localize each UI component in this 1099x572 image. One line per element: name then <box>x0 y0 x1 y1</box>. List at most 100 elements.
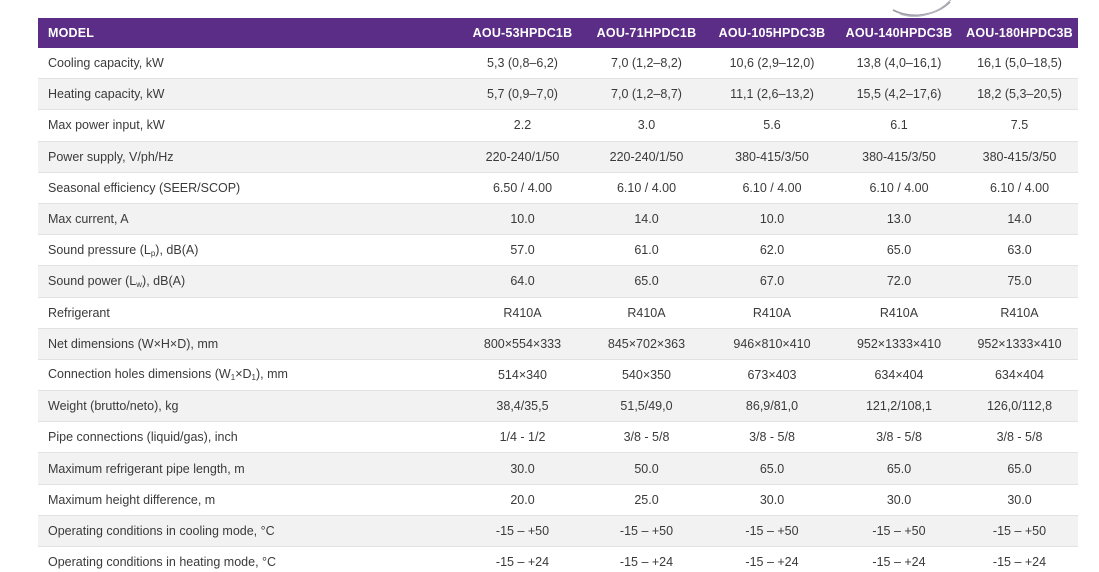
table-row: Connection holes dimensions (W1×D1), mm 5… <box>38 359 1078 392</box>
label-text: ×D <box>235 367 252 382</box>
cell-value-model-5: 6.10 / 4.00 <box>961 172 1078 204</box>
cell-value-model-1: 5,7 (0,9–7,0) <box>459 78 586 111</box>
table-row: Pipe connections (liquid/gas), inch 1/4 -… <box>38 421 1078 454</box>
header-model-4: AOU-140HPDC3B <box>837 18 961 48</box>
cell-value-model-2: 50.0 <box>586 452 707 485</box>
cell-value-model-1: 20.0 <box>459 484 586 516</box>
cell-value-model-2: 220-240/1/50 <box>586 141 707 173</box>
header-model-label: MODEL <box>38 18 459 48</box>
row-label: Sound power (Lw), dB(A) <box>38 265 459 298</box>
cell-value-model-3: 3/8 - 5/8 <box>707 421 837 454</box>
cell-value-model-5: 7.5 <box>961 109 1078 142</box>
cell-value-model-4: 634×404 <box>837 359 961 392</box>
table-row: Sound pressure (Lp), dB(A) 57.0 61.0 62.0 65… <box>38 234 1078 267</box>
cell-value-model-2: 7,0 (1,2–8,7) <box>586 78 707 111</box>
row-label: Power supply, V/ph/Hz <box>38 141 459 173</box>
cell-value-model-4: 13.0 <box>837 203 961 236</box>
table-row: Heating capacity, kW 5,7 (0,9–7,0) 7,0 (1,… <box>38 78 1078 111</box>
cell-value-model-3: 65.0 <box>707 452 837 485</box>
cell-value-model-3: 86,9/81,0 <box>707 390 837 423</box>
cell-value-model-1: 514×340 <box>459 359 586 392</box>
cell-value-model-2: -15 – +50 <box>586 515 707 548</box>
label-text: Connection holes dimensions (W <box>48 367 231 382</box>
cell-value-model-2: 3/8 - 5/8 <box>586 421 707 454</box>
row-label: Net dimensions (W×H×D), mm <box>38 328 459 360</box>
cell-value-model-3: 10,6 (2,9–12,0) <box>707 48 837 80</box>
cell-value-model-4: -15 – +50 <box>837 515 961 548</box>
label-text: Sound power (L <box>48 273 137 288</box>
table-row: Power supply, V/ph/Hz 220-240/1/50 220-240… <box>38 141 1078 173</box>
cell-value-model-2: 51,5/49,0 <box>586 390 707 423</box>
cell-value-model-4: 72.0 <box>837 265 961 298</box>
cell-value-model-1: 30.0 <box>459 452 586 485</box>
table-row: Operating conditions in heating mode, °C… <box>38 546 1078 572</box>
cell-value-model-2: 61.0 <box>586 234 707 267</box>
cell-value-model-4: 6.1 <box>837 109 961 142</box>
cell-value-model-1: 57.0 <box>459 234 586 267</box>
cell-value-model-5: 126,0/112,8 <box>961 390 1078 423</box>
cell-value-model-2: 540×350 <box>586 359 707 392</box>
cell-value-model-5: 30.0 <box>961 484 1078 516</box>
cell-value-model-5: 3/8 - 5/8 <box>961 421 1078 454</box>
cell-value-model-4: 15,5 (4,2–17,6) <box>837 78 961 111</box>
cell-value-model-3: 67.0 <box>707 265 837 298</box>
cell-value-model-1: 10.0 <box>459 203 586 236</box>
label-text: ), mm <box>255 367 288 382</box>
label-text: Sound pressure (L <box>48 242 151 257</box>
cell-value-model-5: -15 – +24 <box>961 546 1078 572</box>
cell-value-model-2: R410A <box>586 297 707 329</box>
cell-value-model-3: 946×810×410 <box>707 328 837 360</box>
cell-value-model-2: 6.10 / 4.00 <box>586 172 707 204</box>
cell-value-model-1: 38,4/35,5 <box>459 390 586 423</box>
table-body: Cooling capacity, kW 5,3 (0,8–6,2) 7,0 (1,… <box>38 48 1078 572</box>
cell-value-model-3: 11,1 (2,6–13,2) <box>707 78 837 111</box>
cell-value-model-4: 30.0 <box>837 484 961 516</box>
cell-value-model-4: 13,8 (4,0–16,1) <box>837 48 961 80</box>
cell-value-model-4: 121,2/108,1 <box>837 390 961 423</box>
cell-value-model-5: R410A <box>961 297 1078 329</box>
table-row: Operating conditions in cooling mode, °C… <box>38 515 1078 548</box>
table-row: Max current, A 10.0 14.0 10.0 13.0 14.0 <box>38 203 1078 236</box>
table-row: Seasonal efficiency (SEER/SCOP) 6.50 / 4.… <box>38 172 1078 204</box>
cell-value-model-5: 952×1333×410 <box>961 328 1078 360</box>
cell-value-model-1: 800×554×333 <box>459 328 586 360</box>
cell-value-model-5: 380-415/3/50 <box>961 141 1078 173</box>
cell-value-model-4: 952×1333×410 <box>837 328 961 360</box>
row-label: Max current, A <box>38 203 459 236</box>
cell-value-model-3: 10.0 <box>707 203 837 236</box>
row-label: Weight (brutto/neto), kg <box>38 390 459 423</box>
table-header-row: MODEL AOU-53HPDC1B AOU-71HPDC1B AOU-105H… <box>38 18 1078 48</box>
cell-value-model-5: 65.0 <box>961 452 1078 485</box>
cell-value-model-2: 25.0 <box>586 484 707 516</box>
cell-value-model-1: 1/4 - 1/2 <box>459 421 586 454</box>
cell-value-model-3: 5.6 <box>707 109 837 142</box>
row-label: Seasonal efficiency (SEER/SCOP) <box>38 172 459 204</box>
cell-value-model-4: -15 – +24 <box>837 546 961 572</box>
cell-value-model-5: 75.0 <box>961 265 1078 298</box>
cell-value-model-5: 634×404 <box>961 359 1078 392</box>
cell-value-model-1: 6.50 / 4.00 <box>459 172 586 204</box>
row-label: Max power input, kW <box>38 109 459 142</box>
cell-value-model-5: 63.0 <box>961 234 1078 267</box>
decorative-swirl-icon <box>892 0 952 17</box>
table-row: Cooling capacity, kW 5,3 (0,8–6,2) 7,0 (1,… <box>38 48 1078 80</box>
cell-value-model-3: -15 – +50 <box>707 515 837 548</box>
cell-value-model-5: 16,1 (5,0–18,5) <box>961 48 1078 80</box>
cell-value-model-5: 18,2 (5,3–20,5) <box>961 78 1078 111</box>
table-row: Refrigerant R410A R410A R410A R410A R410A <box>38 297 1078 329</box>
cell-value-model-5: 14.0 <box>961 203 1078 236</box>
cell-value-model-3: 673×403 <box>707 359 837 392</box>
cell-value-model-4: R410A <box>837 297 961 329</box>
row-label: Sound pressure (Lp), dB(A) <box>38 234 459 267</box>
cell-value-model-3: R410A <box>707 297 837 329</box>
row-label: Refrigerant <box>38 297 459 329</box>
cell-value-model-2: 3.0 <box>586 109 707 142</box>
row-label: Maximum height difference, m <box>38 484 459 516</box>
row-label: Maximum refrigerant pipe length, m <box>38 452 459 485</box>
cell-value-model-4: 380-415/3/50 <box>837 141 961 173</box>
row-label: Operating conditions in cooling mode, °C <box>38 515 459 548</box>
cell-value-model-2: -15 – +24 <box>586 546 707 572</box>
table-row: Sound power (Lw), dB(A) 64.0 65.0 67.0 72.0 7… <box>38 265 1078 298</box>
header-model-5: AOU-180HPDC3B <box>961 18 1078 48</box>
cell-value-model-5: -15 – +50 <box>961 515 1078 548</box>
